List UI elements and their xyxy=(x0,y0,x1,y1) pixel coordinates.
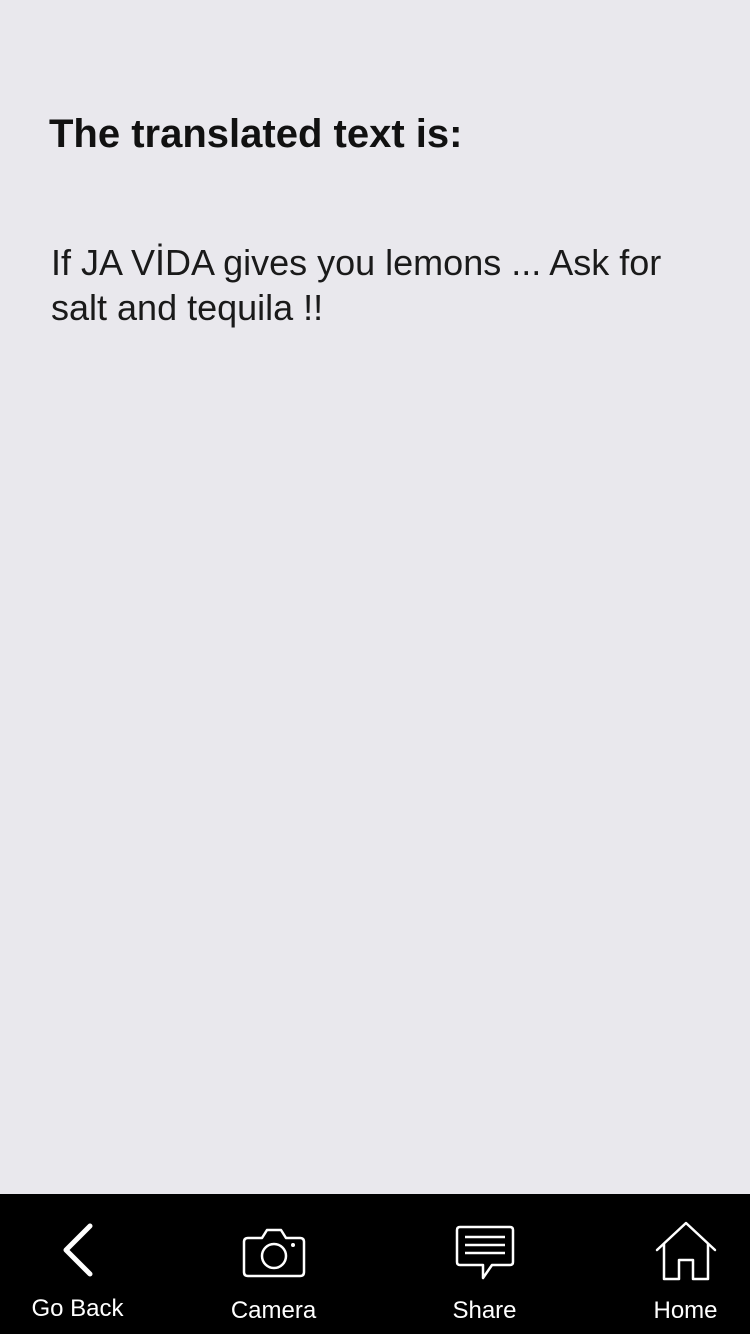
home-button[interactable]: Home xyxy=(618,1194,750,1334)
home-label: Home xyxy=(653,1297,718,1324)
camera-icon xyxy=(242,1228,306,1278)
share-label: Share xyxy=(452,1297,517,1324)
page-title: The translated text is: xyxy=(49,112,463,156)
bottom-tab-bar: Go Back Camera Share Home xyxy=(0,1194,750,1334)
go-back-label: Go Back xyxy=(31,1295,124,1322)
home-icon xyxy=(655,1221,717,1281)
chevron-left-icon xyxy=(63,1223,93,1277)
camera-button[interactable]: Camera xyxy=(206,1194,341,1334)
chat-bubble-icon xyxy=(455,1225,515,1280)
share-button[interactable]: Share xyxy=(417,1194,552,1334)
go-back-button[interactable]: Go Back xyxy=(10,1194,145,1334)
main-content: The translated text is: If JA VİDA gives… xyxy=(0,0,750,1194)
translated-text: If JA VİDA gives you lemons ... Ask for … xyxy=(51,242,662,328)
camera-label: Camera xyxy=(230,1297,317,1324)
